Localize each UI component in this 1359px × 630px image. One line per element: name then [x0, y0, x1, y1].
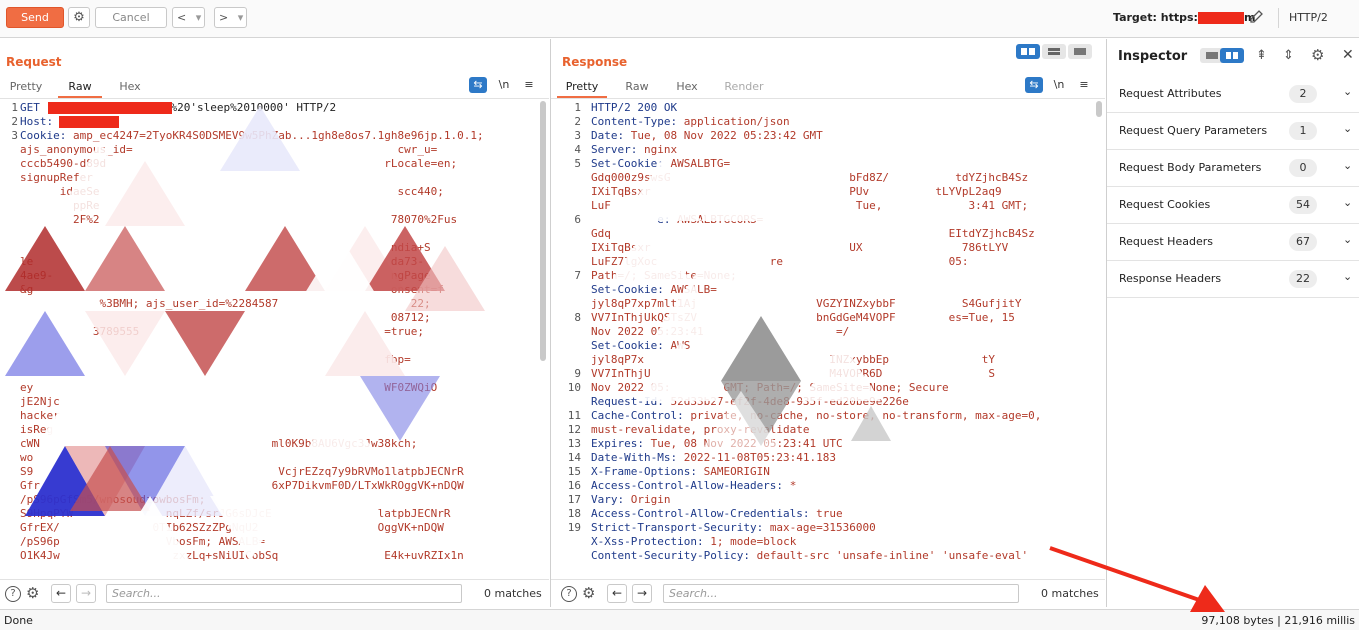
top-toolbar: Send ⚙ Cancel < ▾ > ▾ Target: https: m HT…	[0, 0, 1359, 38]
count-badge: 67	[1289, 233, 1317, 251]
search-next-button[interactable]: →	[76, 584, 96, 603]
red-arrow	[1049, 546, 1225, 612]
chevron-down-icon[interactable]: ⌄	[1343, 159, 1352, 172]
hamburger-icon[interactable]: ≡	[520, 77, 538, 93]
gear-icon[interactable]: ⚙	[26, 584, 39, 602]
protocol-label[interactable]: HTTP/2	[1289, 11, 1328, 24]
status-text: Done	[4, 614, 33, 627]
tab-request-pretty[interactable]: Pretty	[6, 79, 46, 98]
close-icon[interactable]: ✕	[1342, 47, 1354, 63]
forward-dropdown-icon[interactable]: ▾	[238, 11, 244, 24]
chevron-down-icon[interactable]: ⌄	[1343, 122, 1352, 135]
count-badge: 1	[1289, 122, 1317, 140]
request-panel: Request Pretty Raw Hex ⇆ \n ≡ 123 GET %2…	[0, 39, 549, 607]
tab-response-render[interactable]: Render	[719, 79, 769, 98]
inspector-row-label: Request Attributes	[1119, 87, 1222, 100]
response-scrollbar[interactable]	[1096, 101, 1102, 117]
request-tabs: Pretty Raw Hex	[0, 79, 549, 99]
wrap-icon[interactable]: ⇆	[1025, 77, 1043, 93]
gear-icon: ⚙	[73, 10, 85, 25]
gear-icon[interactable]: ⚙	[1311, 46, 1324, 64]
send-button[interactable]: Send	[6, 7, 64, 28]
count-badge: 2	[1289, 85, 1317, 103]
count-badge: 22	[1289, 270, 1317, 288]
align-top-icon[interactable]: ⇞	[1256, 48, 1267, 63]
inspector-panel: Inspector ⇞ ⇕ ⚙ ✕ Request Attributes 2 ⌄…	[1106, 39, 1359, 607]
chevron-down-icon[interactable]: ⌄	[1343, 270, 1352, 283]
response-title: Response	[562, 55, 628, 69]
redaction-bar	[1197, 12, 1244, 24]
inspector-row-response-headers[interactable]: Response Headers 22 ⌄	[1107, 261, 1359, 298]
request-scrollbar[interactable]	[540, 101, 546, 361]
hamburger-icon[interactable]: ≡	[1075, 77, 1093, 93]
align-middle-icon[interactable]: ⇕	[1283, 48, 1294, 63]
target-prefix: Target: https:	[1113, 11, 1198, 24]
gear-icon[interactable]: ⚙	[582, 584, 595, 602]
tab-response-hex[interactable]: Hex	[667, 79, 707, 98]
tab-request-raw[interactable]: Raw	[58, 79, 102, 98]
inspector-row-label: Request Body Parameters	[1119, 161, 1262, 174]
settings-button[interactable]: ⚙	[68, 7, 90, 28]
count-badge: 0	[1289, 159, 1317, 177]
tab-response-pretty[interactable]: Pretty	[557, 79, 607, 98]
request-matches: 0 matches	[484, 587, 542, 600]
help-icon[interactable]: ?	[561, 586, 577, 602]
toolbar-divider	[1278, 8, 1279, 28]
response-search-input[interactable]: Search...	[663, 584, 1019, 603]
back-dropdown-icon[interactable]: ▾	[196, 11, 202, 24]
count-badge: 54	[1289, 196, 1317, 214]
back-button[interactable]: < ▾	[172, 7, 205, 28]
chevron-down-icon[interactable]: ⌄	[1343, 196, 1352, 209]
request-title: Request	[6, 55, 62, 69]
response-tabs: Pretty Raw Hex Render	[551, 79, 1105, 99]
target-label: Target: https: m	[1113, 11, 1255, 24]
newline-icon[interactable]: \n	[495, 77, 513, 93]
layout-split-icon[interactable]	[1016, 44, 1040, 59]
inspector-row-request-headers[interactable]: Request Headers 67 ⌄	[1107, 224, 1359, 261]
pencil-icon[interactable]	[1248, 9, 1264, 25]
chevron-down-icon[interactable]: ⌄	[1343, 85, 1352, 98]
newline-icon[interactable]: \n	[1050, 77, 1068, 93]
inspector-row-label: Response Headers	[1119, 272, 1222, 285]
layout-stacked-icon[interactable]	[1042, 44, 1066, 59]
request-editor[interactable]: 123 GET %20'sleep%2010000' HTTP/2 Host: C…	[0, 101, 545, 575]
cancel-button[interactable]: Cancel	[95, 7, 167, 28]
inspector-row-label: Request Query Parameters	[1119, 124, 1268, 137]
response-search-bar: ? ⚙ ← → Search... 0 matches	[551, 579, 1105, 607]
tab-request-hex[interactable]: Hex	[110, 79, 150, 98]
inspector-row-request-body-parameters[interactable]: Request Body Parameters 0 ⌄	[1107, 150, 1359, 187]
response-panel: Response Pretty Raw Hex Render ⇆ \n ≡ 12…	[550, 39, 1105, 607]
inspector-row-request-attributes[interactable]: Request Attributes 2 ⌄	[1107, 76, 1359, 113]
obfuscation-overlay	[611, 161, 891, 451]
chevron-down-icon[interactable]: ⌄	[1343, 233, 1352, 246]
tab-response-raw[interactable]: Raw	[617, 79, 657, 98]
search-prev-button[interactable]: ←	[51, 584, 71, 603]
wrap-icon[interactable]: ⇆	[469, 77, 487, 93]
layout-tabbed-icon[interactable]	[1068, 44, 1092, 59]
help-icon[interactable]: ?	[5, 586, 21, 602]
inspector-row-request-query-parameters[interactable]: Request Query Parameters 1 ⌄	[1107, 113, 1359, 150]
forward-button[interactable]: > ▾	[214, 7, 247, 28]
forward-label: >	[219, 11, 229, 24]
inspector-layout-side-icon[interactable]	[1220, 48, 1244, 63]
response-editor[interactable]: 1 2 3 4 5 6 7 8 9 10 11 12 13 14 15 16 17 18 19 HTTP/2 200…	[551, 101, 1093, 575]
back-label: <	[177, 11, 187, 24]
request-search-input[interactable]: Search...	[106, 584, 462, 603]
inspector-row-request-cookies[interactable]: Request Cookies 54 ⌄	[1107, 187, 1359, 224]
inspector-row-label: Request Headers	[1119, 235, 1213, 248]
inspector-title: Inspector	[1118, 49, 1188, 64]
inspector-row-label: Request Cookies	[1119, 198, 1211, 211]
request-search-bar: ? ⚙ ← → Search... 0 matches	[0, 579, 549, 607]
obfuscation-overlay	[5, 106, 485, 561]
search-prev-button[interactable]: ←	[607, 584, 627, 603]
search-next-button[interactable]: →	[632, 584, 652, 603]
